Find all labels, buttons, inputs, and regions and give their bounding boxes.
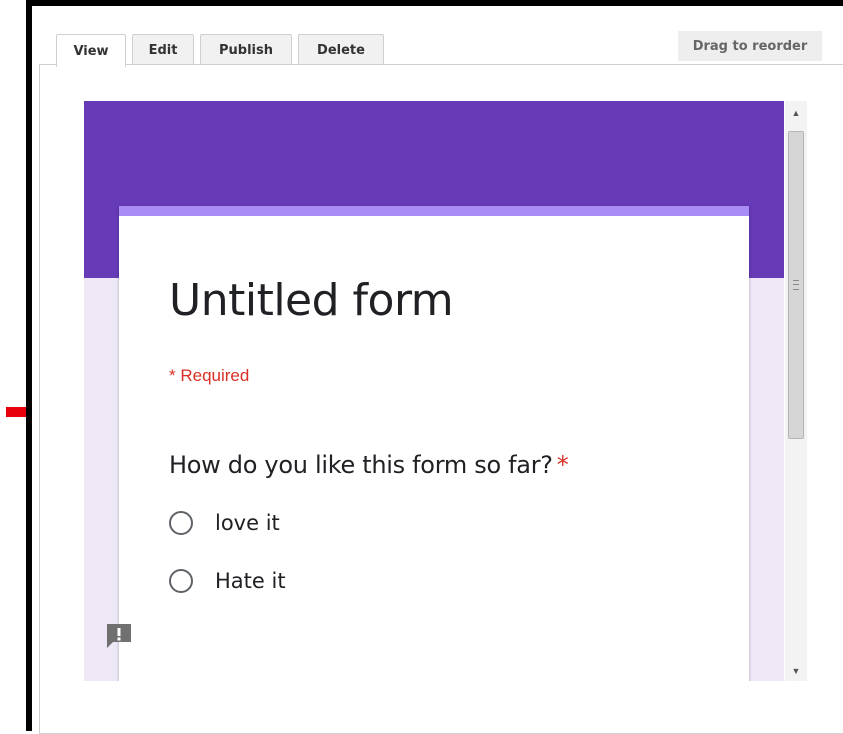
- tab-view-label: View: [73, 43, 109, 59]
- radio-button[interactable]: [169, 511, 193, 535]
- question-text: How do you like this form so far?: [169, 451, 553, 479]
- vertical-scrollbar[interactable]: ▲ ▼: [785, 101, 807, 681]
- drag-label: Drag to reorder: [692, 38, 808, 54]
- option-label: love it: [215, 511, 280, 535]
- drag-to-reorder-handle[interactable]: Drag to reorder: [678, 31, 822, 61]
- tab-edit[interactable]: Edit: [132, 34, 194, 65]
- radio-button[interactable]: [169, 569, 193, 593]
- required-asterisk: *: [556, 451, 569, 479]
- option-love-it[interactable]: love it: [169, 511, 280, 535]
- form-preview: Untitled form * Required How do you like…: [84, 101, 784, 681]
- question-title: How do you like this form so far? *: [169, 451, 569, 479]
- tab-delete[interactable]: Delete: [298, 34, 384, 65]
- feedback-icon[interactable]: [104, 621, 134, 651]
- tab-publish[interactable]: Publish: [200, 34, 292, 65]
- required-note: * Required: [169, 366, 250, 385]
- form-card: Untitled form * Required How do you like…: [119, 206, 749, 681]
- tab-bar: View Edit Publish Delete Drag to reorder: [32, 6, 843, 68]
- tab-edit-label: Edit: [148, 42, 178, 58]
- content-panel: Untitled form * Required How do you like…: [39, 64, 843, 734]
- editor-frame: View Edit Publish Delete Drag to reorder…: [26, 0, 843, 734]
- scrollbar-thumb[interactable]: [788, 131, 804, 439]
- option-hate-it[interactable]: Hate it: [169, 569, 286, 593]
- scroll-up-arrow-icon[interactable]: ▲: [785, 103, 807, 123]
- tab-view[interactable]: View: [56, 34, 126, 67]
- scroll-down-arrow-icon[interactable]: ▼: [785, 661, 807, 681]
- form-title: Untitled form: [169, 275, 454, 326]
- tab-publish-label: Publish: [219, 42, 273, 58]
- option-label: Hate it: [215, 569, 286, 593]
- tab-delete-label: Delete: [317, 42, 365, 58]
- grip-icon: [793, 280, 799, 290]
